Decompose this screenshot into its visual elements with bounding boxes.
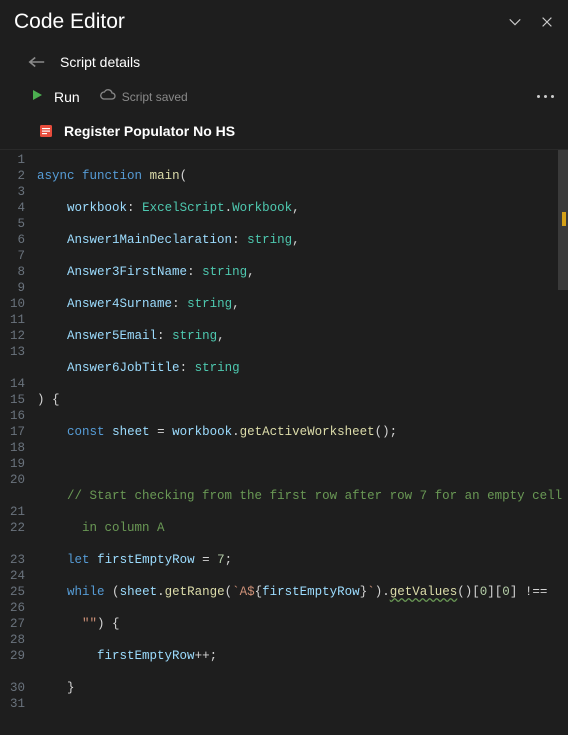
line-number: 24 <box>10 568 25 584</box>
toolbar-left: Run Script saved <box>30 88 188 105</box>
cloud-icon <box>100 89 116 104</box>
line-number <box>10 360 25 376</box>
line-number: 13 <box>10 344 25 360</box>
overflow-menu-icon[interactable] <box>537 95 554 98</box>
line-number: 11 <box>10 312 25 328</box>
line-number: 16 <box>10 408 25 424</box>
book-icon <box>38 123 54 139</box>
script-title: Register Populator No HS <box>64 123 235 139</box>
header-controls <box>508 15 554 29</box>
line-number: 23 <box>10 552 25 568</box>
line-number: 28 <box>10 632 25 648</box>
line-number: 9 <box>10 280 25 296</box>
back-arrow-icon[interactable] <box>28 55 46 69</box>
line-number: 25 <box>10 584 25 600</box>
run-button[interactable]: Run <box>54 89 80 105</box>
app-title: Code Editor <box>14 10 125 34</box>
line-number: 19 <box>10 456 25 472</box>
line-number: 22 <box>10 520 25 536</box>
code-editor[interactable]: 1234567891011121314151617181920212223242… <box>0 150 568 730</box>
line-number: 4 <box>10 200 25 216</box>
line-number: 14 <box>10 376 25 392</box>
line-number: 5 <box>10 216 25 232</box>
save-status: Script saved <box>100 89 188 104</box>
line-number: 10 <box>10 296 25 312</box>
line-gutter: 1234567891011121314151617181920212223242… <box>0 150 35 730</box>
line-number: 21 <box>10 504 25 520</box>
line-number: 29 <box>10 648 25 664</box>
line-number: 18 <box>10 440 25 456</box>
line-number: 6 <box>10 232 25 248</box>
line-number: 8 <box>10 264 25 280</box>
line-number: 26 <box>10 600 25 616</box>
header-bar: Code Editor <box>0 0 568 42</box>
line-number: 12 <box>10 328 25 344</box>
chevron-down-icon[interactable] <box>508 15 522 29</box>
line-number: 7 <box>10 248 25 264</box>
line-number: 27 <box>10 616 25 632</box>
line-number: 3 <box>10 184 25 200</box>
script-title-row: Register Populator No HS <box>0 111 568 150</box>
line-number: 1 <box>10 152 25 168</box>
line-number: 30 <box>10 680 25 696</box>
scroll-marker <box>562 212 566 226</box>
breadcrumb-row: Script details <box>0 42 568 76</box>
code-area[interactable]: async function main( workbook: ExcelScri… <box>35 150 562 730</box>
line-number <box>10 664 25 680</box>
close-icon[interactable] <box>540 15 554 29</box>
line-number: 20 <box>10 472 25 488</box>
breadcrumb-label[interactable]: Script details <box>60 54 140 70</box>
line-number <box>10 488 25 504</box>
line-number: 2 <box>10 168 25 184</box>
line-number: 31 <box>10 696 25 712</box>
run-icon[interactable] <box>30 88 44 105</box>
line-number: 15 <box>10 392 25 408</box>
line-number: 17 <box>10 424 25 440</box>
toolbar-row: Run Script saved <box>0 76 568 111</box>
line-number <box>10 536 25 552</box>
status-label: Script saved <box>122 90 188 104</box>
